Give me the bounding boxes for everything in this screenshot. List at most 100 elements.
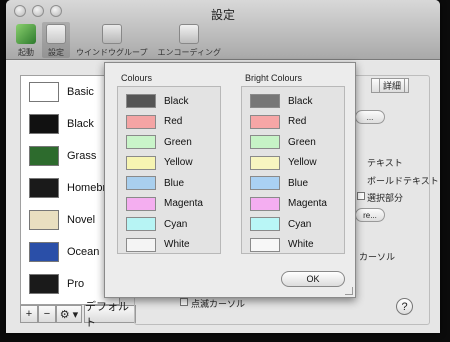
colour-row: Red xyxy=(250,112,344,133)
desktop-edge-right xyxy=(440,0,450,342)
colour-row: Black xyxy=(250,91,344,112)
colour-label: Black xyxy=(288,95,313,107)
profile-name: Ocean xyxy=(67,246,100,258)
window-groups-icon xyxy=(101,24,122,44)
blink-cursor-label: 点滅カーソル xyxy=(191,299,246,309)
default-button[interactable]: デフォルト xyxy=(84,301,136,329)
startup-icon xyxy=(16,24,36,44)
colour-label: Yellow xyxy=(288,157,317,169)
colour-label: Blue xyxy=(164,177,185,189)
color-swatch[interactable] xyxy=(250,135,280,150)
bright-colours-box: Black Red Green Yellow Blue Magenta Cyan… xyxy=(241,86,345,254)
color-swatch[interactable] xyxy=(126,217,156,232)
profile-thumbnail xyxy=(29,178,59,198)
bright-colours-column: Bright Colours Black Red Green Yellow Bl… xyxy=(241,73,345,254)
toolbar-label: 設定 xyxy=(48,48,64,57)
color-swatch[interactable] xyxy=(250,237,280,252)
profile-name: Basic xyxy=(67,86,94,98)
color-swatch[interactable] xyxy=(126,237,156,252)
selection-checkbox[interactable] xyxy=(357,192,365,200)
ok-button[interactable]: OK xyxy=(281,271,345,287)
color-swatch[interactable] xyxy=(250,114,280,129)
colour-row: Cyan xyxy=(126,214,220,235)
profile-thumbnail xyxy=(29,146,59,166)
encodings-icon xyxy=(179,24,200,44)
bright-colours-title: Bright Colours xyxy=(245,73,303,83)
colour-label: Black xyxy=(164,95,189,107)
colour-row: Yellow xyxy=(126,153,220,174)
colour-label: Magenta xyxy=(164,198,203,210)
profile-name: Black xyxy=(67,118,94,130)
colour-row: Green xyxy=(250,132,344,153)
color-swatch[interactable] xyxy=(126,94,156,109)
profile-name: Homebr xyxy=(67,182,107,194)
resize-grip-icon[interactable] xyxy=(345,287,353,295)
desktop-edge-bottom xyxy=(0,332,450,342)
tab-advanced[interactable]: 詳細 xyxy=(379,78,405,93)
colour-row: Yellow xyxy=(250,153,344,174)
colours-box: Black Red Green Yellow Blue Magenta Cyan… xyxy=(117,86,221,254)
toolbar: 起動 設定 ウインドウグループ エンコーディング xyxy=(12,22,225,58)
profile-name: Pro xyxy=(67,278,85,290)
colour-label: Yellow xyxy=(164,157,193,169)
blink-cursor-checkbox[interactable] xyxy=(180,298,188,306)
colour-row: Magenta xyxy=(126,194,220,215)
help-icon[interactable]: ? xyxy=(396,298,413,315)
colour-label: Cyan xyxy=(288,218,312,230)
profile-thumbnail xyxy=(29,274,59,294)
action-menu-button[interactable]: ⚙ ▾ xyxy=(56,305,82,323)
color-swatch[interactable] xyxy=(250,155,280,170)
colour-row: Blue xyxy=(250,173,344,194)
colour-row: White xyxy=(126,235,220,256)
colour-label: Green xyxy=(164,136,192,148)
color-swatch[interactable] xyxy=(126,114,156,129)
colour-label: Green xyxy=(288,136,316,148)
color-swatch[interactable] xyxy=(126,135,156,150)
color-swatch[interactable] xyxy=(250,94,280,109)
profile-thumbnail xyxy=(29,82,59,102)
colour-label: Red xyxy=(288,116,307,128)
color-swatch[interactable] xyxy=(250,217,280,232)
toolbar-label: ウインドウグループ xyxy=(76,48,148,57)
color-swatch[interactable] xyxy=(250,196,280,211)
toolbar-item-settings[interactable]: 設定 xyxy=(42,22,70,58)
add-profile-button[interactable]: + xyxy=(20,305,38,323)
text-color-label: テキスト xyxy=(367,158,403,168)
color-swatch[interactable] xyxy=(126,196,156,211)
profile-thumbnail xyxy=(29,242,59,262)
color-swatch[interactable] xyxy=(126,155,156,170)
toolbar-item-window-groups[interactable]: ウインドウグループ xyxy=(72,22,152,58)
profile-name: Grass xyxy=(67,150,97,162)
color-swatch[interactable] xyxy=(126,176,156,191)
toolbar-item-encodings[interactable]: エンコーディング xyxy=(154,22,225,58)
selection-color-label: 選択部分 xyxy=(367,193,404,203)
colour-label: White xyxy=(288,239,314,251)
colour-row: Black xyxy=(126,91,220,112)
color-palette-sheet: Colours Black Red Green Yellow Blue Mage… xyxy=(104,62,356,298)
window-title: 設定 xyxy=(210,8,235,22)
choose-button[interactable]: ... xyxy=(355,110,385,124)
bold-text-color-label: ボールドテキスト xyxy=(367,176,439,186)
colours-title: Colours xyxy=(121,73,153,83)
colour-row: Cyan xyxy=(250,214,344,235)
colour-row: Magenta xyxy=(250,194,344,215)
colour-row: Blue xyxy=(126,173,220,194)
titlebar: 設定 起動 設定 ウインドウグループ エンコーディング xyxy=(6,0,440,60)
colour-label: White xyxy=(164,239,190,251)
toolbar-item-startup[interactable]: 起動 xyxy=(12,22,40,58)
profile-name: Novel xyxy=(67,214,96,226)
colours-column: Colours Black Red Green Yellow Blue Mage… xyxy=(117,73,221,254)
colour-row: Green xyxy=(126,132,220,153)
settings-icon xyxy=(46,24,66,44)
toolbar-label: 起動 xyxy=(18,48,34,57)
cursor-label: カーソル xyxy=(359,252,396,262)
toolbar-label: エンコーディング xyxy=(157,48,221,57)
colour-row: Red xyxy=(126,112,220,133)
remove-profile-button[interactable]: − xyxy=(38,305,56,323)
colour-label: Red xyxy=(164,116,183,128)
color-swatch[interactable] xyxy=(250,176,280,191)
preferences-window: 設定 起動 設定 ウインドウグループ エンコーディング Basic Black … xyxy=(6,0,440,333)
profile-thumbnail xyxy=(29,210,59,230)
more-button[interactable]: re... xyxy=(355,208,385,222)
profile-thumbnail xyxy=(29,114,59,134)
